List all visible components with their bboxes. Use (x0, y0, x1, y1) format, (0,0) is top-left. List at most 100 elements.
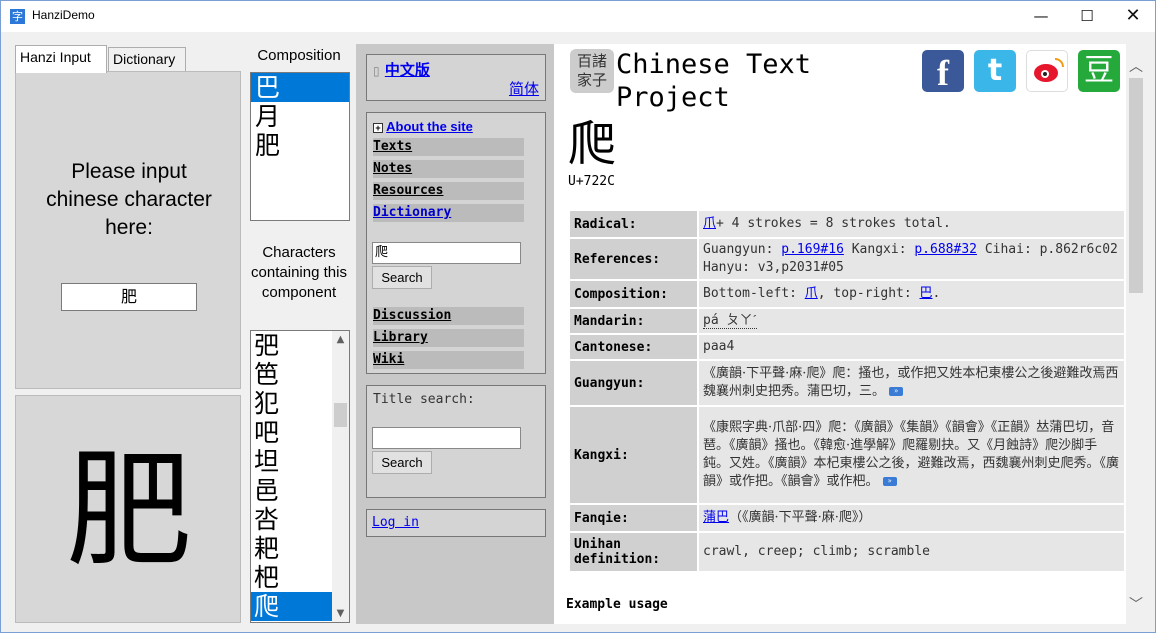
douban-icon[interactable]: 豆 (1078, 50, 1120, 92)
scroll-up-icon[interactable]: ▲ (332, 331, 349, 348)
title-search-button[interactable]: Search (372, 451, 432, 474)
containing-list[interactable]: 弝 笆 犯 吧 坦 邑 呇 耙 杷 爬 ▲ ▼ (250, 330, 350, 623)
composition-list[interactable]: 巴 月 肥 (250, 72, 350, 221)
containing-label: Characters containing this component (251, 244, 347, 301)
headword: 爬 (568, 116, 617, 172)
title-bar[interactable]: 字 HanziDemo — ☐ ✕ (1, 1, 1155, 32)
radical-label: Radical: (570, 211, 697, 237)
references-label: References: (570, 239, 697, 279)
containing-item[interactable]: 耙 (251, 534, 333, 563)
site-title-line1: Chinese Text (616, 49, 812, 80)
input-prompt: Please input chinese character here: (46, 160, 212, 239)
dictionary-search-button[interactable]: Search (372, 266, 432, 289)
big-character-panel: 肥 (15, 395, 241, 623)
app-window: 字 HanziDemo — ☐ ✕ Hanzi Input Dictionary… (0, 0, 1156, 633)
nav-library[interactable]: Library (373, 329, 524, 347)
nav-resources[interactable]: Resources (373, 182, 524, 200)
composition-item[interactable]: 肥 (251, 131, 349, 160)
containing-item[interactable]: 邑 (251, 476, 333, 505)
example-usage-heading: Example usage (566, 597, 668, 612)
scroll-down-icon[interactable]: ﹀ (1126, 594, 1146, 614)
mandarin-label: Mandarin: (570, 309, 697, 333)
table-row: Fanqie: 蒲巴（《廣韻·下平聲·麻·爬》） (570, 505, 1124, 531)
kangxi-ref-link[interactable]: p.688#32 (914, 242, 977, 257)
site-logo[interactable]: 百諸家子 (570, 49, 614, 93)
character-input[interactable]: 肥 (61, 283, 197, 311)
more-icon[interactable]: » (882, 477, 897, 486)
nav-notes[interactable]: Notes (373, 160, 524, 178)
nav-texts[interactable]: Texts (373, 138, 524, 156)
more-icon[interactable]: » (889, 387, 904, 396)
scroll-thumb[interactable] (334, 403, 347, 427)
containing-item[interactable]: 弝 (251, 331, 333, 360)
table-row: Guangyun: 《廣韻·下平聲·麻·爬》爬：搔也，或作把又姓本杞東樓公之後避… (570, 361, 1124, 405)
table-row: Mandarin: pá ㄆㄚˊ (570, 309, 1124, 333)
composition-row-label: Composition: (570, 281, 697, 307)
guangyun-ref-link[interactable]: p.169#16 (781, 242, 844, 257)
simplified-link[interactable]: 简体 (509, 78, 539, 99)
table-row: Kangxi: 《康熙字典·爪部·四》爬：《廣韻》《集韻》《韻會》《正韻》𠀤蒲巴… (570, 407, 1124, 503)
containing-item[interactable]: 坦 (251, 447, 333, 476)
radical-link[interactable]: 爪 (703, 216, 716, 231)
nav-dictionary[interactable]: Dictionary (373, 204, 524, 222)
references-value: Guangyun: p.169#16 Kangxi: p.688#32 Ciha… (699, 239, 1124, 279)
login-link[interactable]: Log in (372, 515, 419, 530)
title-search-input[interactable] (372, 427, 521, 449)
mandarin-value: pá ㄆㄚˊ (699, 309, 1124, 333)
dictionary-search-input[interactable]: 爬 (372, 242, 521, 264)
tab-dictionary[interactable]: Dictionary (108, 47, 186, 72)
web-view: ▯ 中文版 简体 + About the site Texts Notes Re… (356, 44, 1128, 624)
tab-hanzi-input[interactable]: Hanzi Input (15, 45, 107, 73)
scroll-up-icon[interactable]: ︿ (1126, 56, 1146, 76)
guangyun-label: Guangyun: (570, 361, 697, 405)
close-button[interactable]: ✕ (1110, 1, 1156, 32)
containing-item[interactable]: 呇 (251, 505, 333, 534)
composition-row-value: Bottom-left: 爪, top-right: 巴. (699, 281, 1124, 307)
codepoint: U+722C (568, 174, 615, 189)
radical-value: 爪+ 4 strokes = 8 strokes total. (699, 211, 1124, 237)
component-link[interactable]: 爪 (805, 286, 818, 301)
app-icon: 字 (10, 9, 25, 24)
expand-icon[interactable]: + (373, 123, 383, 133)
weibo-icon[interactable] (1026, 50, 1068, 92)
fanqie-link[interactable]: 蒲巴 (703, 510, 729, 525)
composition-item[interactable]: 巴 (251, 73, 349, 102)
site-title: Chinese Text Project (616, 48, 811, 114)
nav-discussion[interactable]: Discussion (373, 307, 524, 325)
composition-label: Composition (257, 47, 341, 64)
containing-item[interactable]: 爬 (251, 592, 333, 621)
nav-wiki[interactable]: Wiki (373, 351, 524, 369)
fanqie-value: 蒲巴（《廣韻·下平聲·麻·爬》） (699, 505, 1124, 531)
kangxi-value: 《康熙字典·爪部·四》爬：《廣韻》《集韻》《韻會》《正韻》𠀤蒲巴切，音琶。《廣韻… (699, 407, 1124, 503)
containing-item[interactable]: 杷 (251, 563, 333, 592)
cantonese-value: paa4 (699, 335, 1124, 359)
unihan-value: crawl, creep; climb; scramble (699, 533, 1124, 571)
chinese-version-link[interactable]: 中文版 (385, 61, 430, 79)
hanzi-input-panel: Please input chinese character here: 肥 (15, 71, 241, 389)
facebook-icon[interactable]: f (922, 50, 964, 93)
fanqie-label: Fanqie: (570, 505, 697, 531)
table-row: Unihan definition: crawl, creep; climb; … (570, 533, 1124, 571)
minimize-button[interactable]: — (1018, 1, 1064, 32)
table-row: References: Guangyun: p.169#16 Kangxi: p… (570, 239, 1124, 279)
nav-box: + About the site Texts Notes Resources D… (366, 112, 546, 374)
table-row: Radical: 爪+ 4 strokes = 8 strokes total. (570, 211, 1124, 237)
maximize-button[interactable]: ☐ (1064, 1, 1110, 32)
kangxi-label: Kangxi: (570, 407, 697, 503)
about-link[interactable]: About the site (386, 119, 473, 134)
containing-item[interactable]: 笆 (251, 360, 333, 389)
scroll-thumb[interactable] (1129, 78, 1143, 293)
dictionary-content: 百諸家子 Chinese Text Project f t 豆 爬 U+722C… (566, 44, 1128, 624)
webview-scrollbar[interactable]: ︿ ﹀ (1126, 44, 1146, 624)
containing-item[interactable]: 犯 (251, 389, 333, 418)
window-title: HanziDemo (32, 8, 95, 22)
lang-icon: ▯ (373, 64, 380, 78)
containing-scrollbar[interactable]: ▲ ▼ (332, 331, 349, 622)
character-info-table: Radical: 爪+ 4 strokes = 8 strokes total.… (568, 209, 1126, 573)
title-search-box: Title search: Search (366, 385, 546, 498)
composition-item[interactable]: 月 (251, 102, 349, 131)
twitter-icon[interactable]: t (974, 50, 1016, 92)
containing-item[interactable]: 吧 (251, 418, 333, 447)
component-link[interactable]: 巴 (920, 286, 933, 301)
scroll-down-icon[interactable]: ▼ (332, 605, 349, 622)
